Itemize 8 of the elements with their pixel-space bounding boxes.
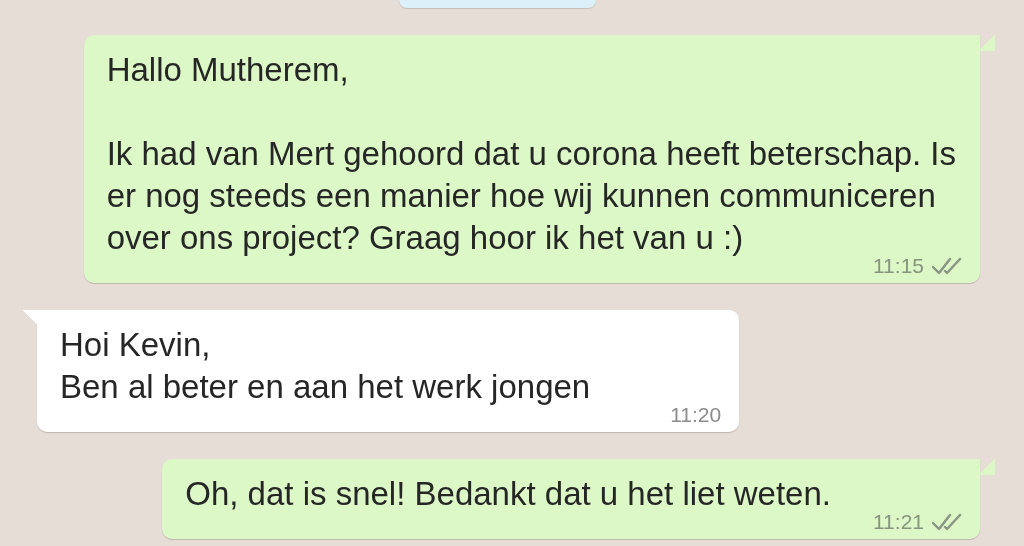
bubble-tail xyxy=(979,35,995,51)
message-time: 11:20 xyxy=(670,403,722,427)
bubble-tail xyxy=(979,459,995,475)
message-time: 11:15 xyxy=(873,254,924,278)
message-text: Hoi Kevin, Ben al beter en aan het werk jongen xyxy=(60,326,591,405)
message-text: Hallo Mutherem, Ik had van Mert gehoord dat u corona heeft beterschap. Is er nog steeds een manier hoe wij kunnen communiceren over ons project? Graag hoor ik het van u :) xyxy=(106,51,956,256)
message-time: 11:21 xyxy=(873,510,924,534)
message-text: Oh, dat is snel! Bedankt dat u het liet weten. xyxy=(185,475,831,512)
